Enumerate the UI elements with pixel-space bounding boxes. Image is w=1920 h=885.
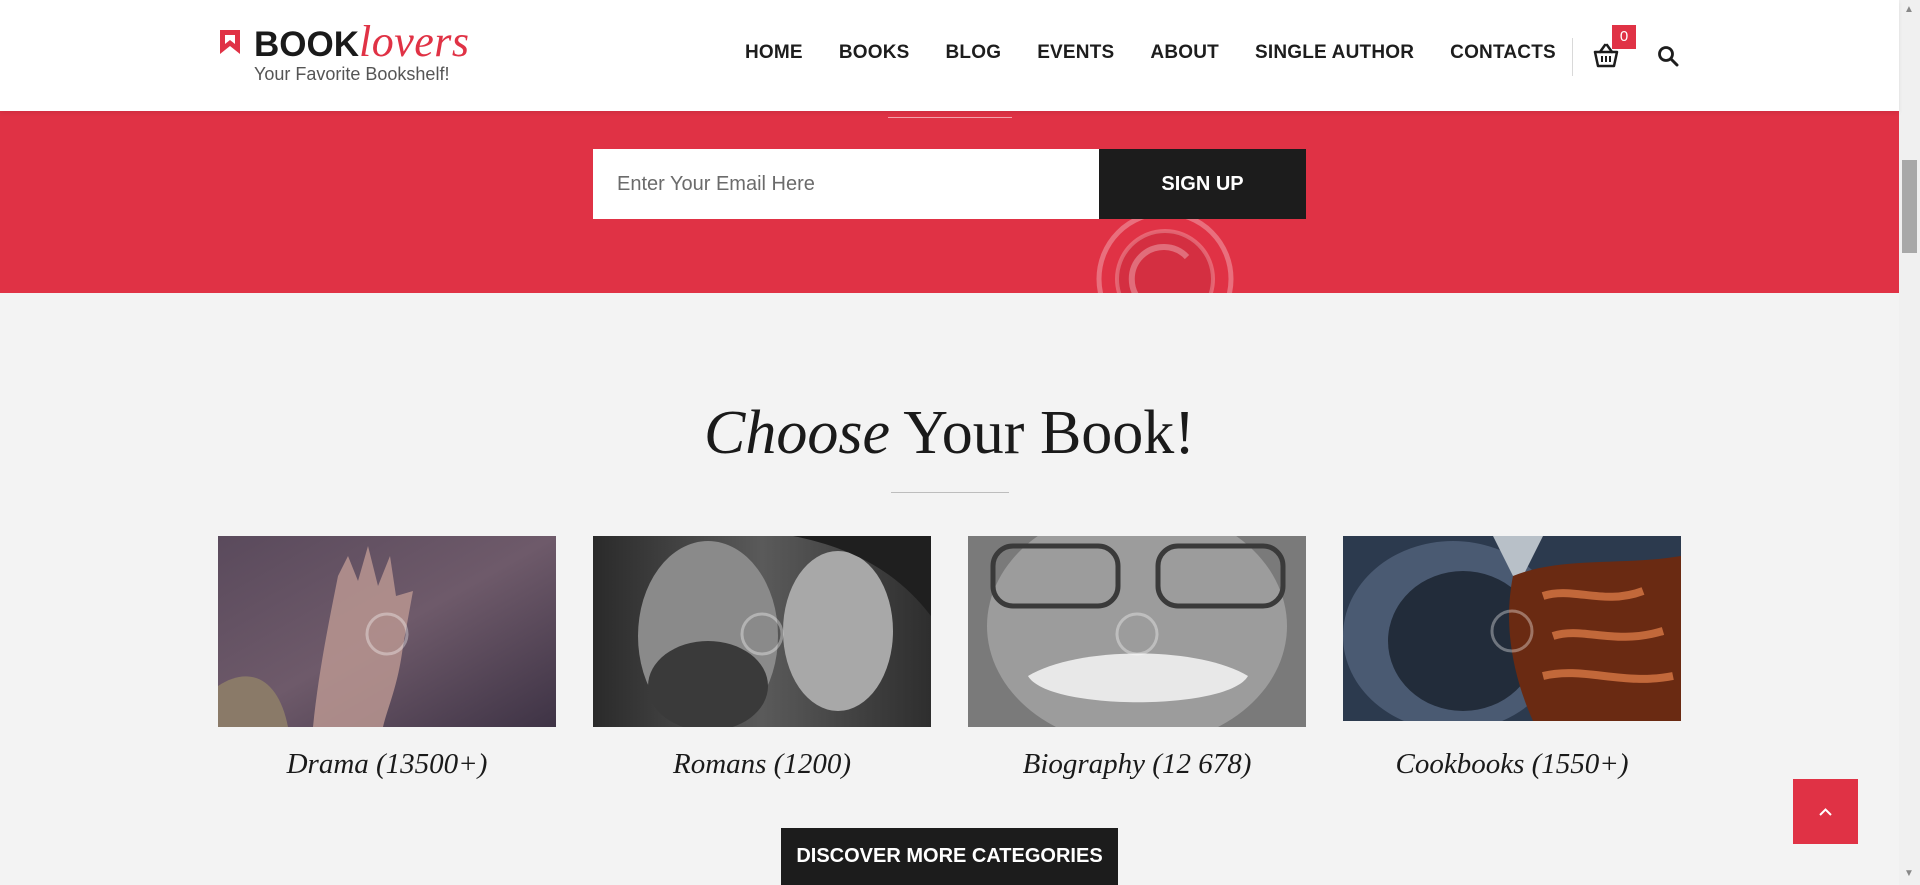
- site-header: BOOKlovers Your Favorite Bookshelf! HOME…: [0, 0, 1899, 111]
- title-divider: [891, 492, 1009, 493]
- discover-more-button[interactable]: DISCOVER MORE CATEGORIES: [781, 828, 1118, 885]
- category-card-biography[interactable]: Biography (12 678): [968, 536, 1306, 780]
- nav-divider: [1572, 38, 1573, 76]
- logo-tagline: Your Favorite Bookshelf!: [254, 64, 450, 84]
- main-nav: HOME BOOKS BLOG EVENTS ABOUT SINGLE AUTH…: [745, 42, 1592, 64]
- category-image-cookbooks[interactable]: [1343, 536, 1681, 721]
- band-divider: [888, 117, 1012, 118]
- signup-button[interactable]: SIGN UP: [1099, 149, 1306, 219]
- nav-blog[interactable]: BLOG: [946, 42, 1002, 64]
- email-input[interactable]: [593, 149, 1099, 219]
- nav-contacts[interactable]: CONTACTS: [1450, 42, 1556, 64]
- category-image-biography[interactable]: [968, 536, 1306, 727]
- nav-single-author[interactable]: SINGLE AUTHOR: [1255, 42, 1414, 64]
- scroll-up-arrow-icon[interactable]: ▲: [1904, 4, 1914, 15]
- nav-home[interactable]: HOME: [745, 42, 803, 64]
- chevron-up-icon: [1819, 808, 1832, 816]
- category-card-cookbooks[interactable]: Cookbooks (1550+): [1343, 536, 1681, 780]
- section-title-italic: Choose: [704, 399, 891, 467]
- category-caption-romans[interactable]: Romans (1200): [593, 748, 931, 781]
- search-icon[interactable]: [1657, 45, 1679, 67]
- category-image-drama[interactable]: [218, 536, 556, 727]
- section-title: Choose Your Book!: [0, 393, 1899, 473]
- category-image-romans[interactable]: [593, 536, 931, 727]
- copyright-watermark-icon: [1096, 210, 1234, 293]
- page-scrollbar[interactable]: [1899, 0, 1920, 885]
- logo-brand-accent: lovers: [359, 17, 470, 66]
- category-caption-cookbooks[interactable]: Cookbooks (1550+): [1343, 748, 1681, 781]
- category-card-romans[interactable]: Romans (1200): [593, 536, 931, 780]
- category-caption-drama[interactable]: Drama (13500+): [218, 748, 556, 781]
- nav-about[interactable]: ABOUT: [1150, 42, 1219, 64]
- category-caption-biography[interactable]: Biography (12 678): [968, 748, 1306, 781]
- bookmark-icon: [220, 30, 240, 54]
- cart-count-badge: 0: [1612, 25, 1636, 49]
- section-title-rest: Your Book!: [890, 399, 1195, 467]
- scroll-down-arrow-icon[interactable]: ▼: [1904, 868, 1914, 879]
- logo-wordmark: BOOKlovers: [254, 20, 470, 65]
- logo-brand-main: BOOK: [254, 25, 359, 64]
- nav-events[interactable]: EVENTS: [1037, 42, 1114, 64]
- nav-books[interactable]: BOOKS: [839, 42, 910, 64]
- scrollbar-thumb[interactable]: [1902, 160, 1917, 253]
- category-card-drama[interactable]: Drama (13500+): [218, 536, 556, 780]
- back-to-top-button[interactable]: [1793, 779, 1858, 844]
